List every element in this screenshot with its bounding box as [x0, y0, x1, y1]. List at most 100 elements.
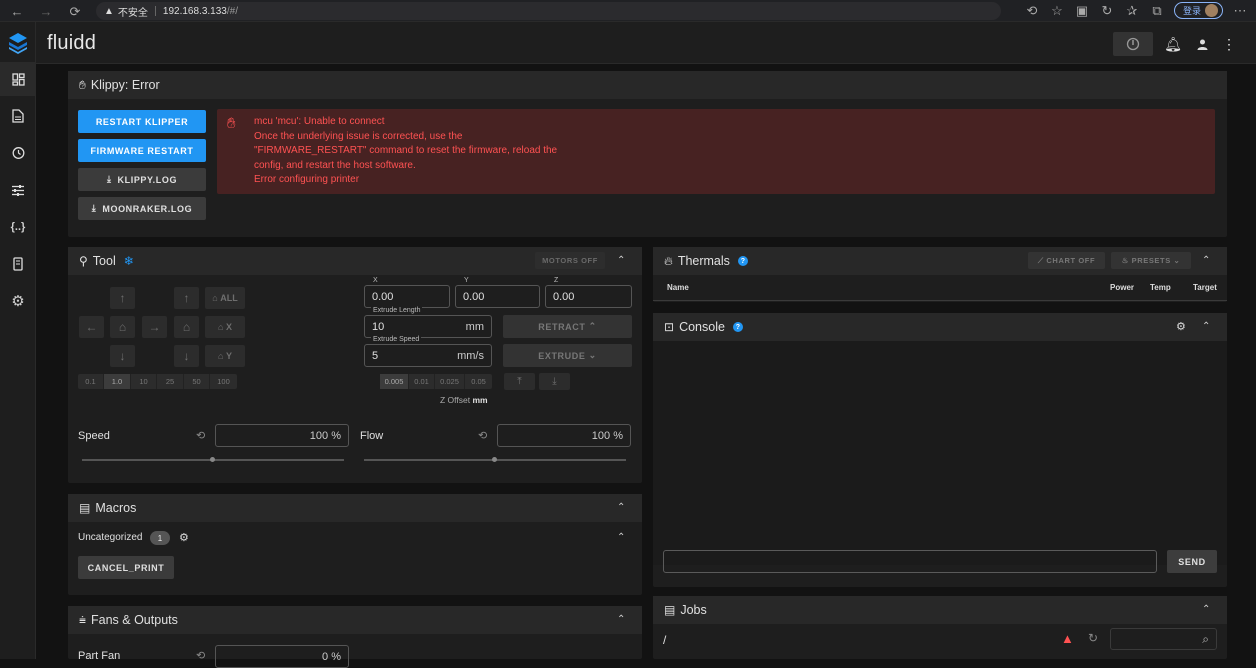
refresh-icon[interactable]: ↻	[1088, 631, 1098, 645]
system-icon[interactable]	[0, 247, 36, 281]
user-icon[interactable]	[1193, 32, 1211, 56]
forward-icon[interactable]: →	[38, 3, 54, 19]
jog-z-plus[interactable]: ↑	[174, 287, 199, 309]
reset-flow-icon[interactable]: ⟲	[478, 429, 487, 442]
jog-x-plus[interactable]: →	[142, 316, 167, 338]
home-z-button[interactable]: ⌂	[174, 316, 199, 338]
collapse-icon[interactable]: ⌃	[617, 255, 625, 266]
power-button[interactable]	[1113, 32, 1153, 56]
favorite-icon[interactable]: ☆	[1049, 3, 1065, 19]
z-step-option[interactable]: 0.05	[465, 374, 492, 389]
speed-slider-thumb[interactable]	[210, 457, 215, 462]
klippy-log-button[interactable]: ⤓ KLIPPY.LOG	[78, 168, 206, 191]
app-title: fluidd	[47, 32, 97, 54]
jog-y-minus[interactable]: ↓	[110, 345, 135, 367]
error-line: Error configuring printer	[254, 174, 360, 186]
warning-icon[interactable]: ▲	[1061, 631, 1074, 646]
divider	[653, 300, 1227, 301]
collections-icon[interactable]: ⧉	[1149, 3, 1165, 19]
dashboard-icon[interactable]	[0, 62, 36, 96]
group-collapse-icon[interactable]: ⌃	[617, 532, 625, 543]
z-position-field[interactable]: Z 0.00	[545, 277, 632, 308]
collapse-icon[interactable]: ⌃	[1202, 321, 1210, 332]
extension-icon[interactable]: ▣	[1074, 3, 1090, 19]
step-option[interactable]: 25	[157, 374, 184, 389]
refresh-icon[interactable]: ↻	[1099, 3, 1115, 19]
step-option[interactable]: 10	[131, 374, 157, 389]
files-icon[interactable]	[0, 99, 36, 133]
flow-input[interactable]: 100 %	[497, 424, 631, 447]
x-position-field[interactable]: X 0.00	[364, 277, 450, 308]
collapse-icon[interactable]: ⌃	[1202, 255, 1210, 266]
read-aloud-icon[interactable]: ⟲	[1024, 3, 1040, 19]
moonraker-log-button[interactable]: ⤓ MOONRAKER.LOG	[78, 197, 206, 220]
retract-label: RETRACT	[538, 321, 586, 332]
speed-input[interactable]: 100 %	[215, 424, 349, 447]
extrude-length-field[interactable]: Extrude Length 10 mm	[364, 307, 492, 338]
reset-speed-icon[interactable]: ⟲	[196, 429, 205, 442]
console-icon: ⊡	[664, 320, 675, 334]
home-all-button[interactable]: ⌂ ALL	[205, 287, 245, 309]
gear-icon[interactable]: ⚙	[179, 531, 189, 544]
notifications-icon[interactable]: 🔔︎	[1164, 32, 1182, 56]
gear-icon[interactable]: ⚙	[1176, 320, 1186, 333]
address-bar[interactable]: ▲ 不安全 192.168.3.133/#/	[96, 2, 1001, 20]
more-icon[interactable]: ⋯	[1232, 3, 1248, 19]
search-icon: ⌕	[1202, 632, 1209, 646]
home-xy-button[interactable]: ⌂	[110, 316, 135, 338]
step-option[interactable]: 0.1	[78, 374, 104, 389]
login-button[interactable]: 登录	[1173, 2, 1223, 19]
jog-y-plus[interactable]: ↑	[110, 287, 135, 309]
collapse-icon[interactable]: ⌃	[1202, 604, 1210, 615]
nozzle-icon: ⚲	[79, 254, 88, 268]
firmware-restart-button[interactable]: FIRMWARE RESTART	[78, 139, 206, 162]
console-output[interactable]	[653, 341, 1227, 565]
z-offset-up-button[interactable]: ⤒	[504, 373, 535, 390]
settings-icon[interactable]: ⚙	[0, 284, 36, 318]
step-option[interactable]: 1.0	[104, 374, 131, 389]
z-step-option[interactable]: 0.005	[380, 374, 409, 389]
home-x-button[interactable]: ⌂ X	[205, 316, 245, 338]
history-icon[interactable]	[0, 136, 36, 170]
step-option[interactable]: 50	[184, 374, 210, 389]
back-icon[interactable]: ←	[9, 3, 25, 19]
jog-x-minus[interactable]: ←	[79, 316, 104, 338]
z-offset-caption: Z Offset mm	[440, 395, 488, 405]
restart-klipper-button[interactable]: RESTART KLIPPER	[78, 110, 206, 133]
z-step-option[interactable]: 0.01	[409, 374, 435, 389]
logo-icon[interactable]	[0, 26, 36, 60]
jobs-search-input[interactable]: ⌕	[1110, 628, 1217, 650]
home-y-button[interactable]: ⌂ Y	[205, 345, 245, 367]
extrude-speed-field[interactable]: Extrude Speed 5 mm/s	[364, 336, 492, 367]
macro-button[interactable]: CANCEL_PRINT	[78, 556, 174, 579]
config-icon[interactable]: {..}	[0, 210, 36, 244]
flow-slider-thumb[interactable]	[492, 457, 497, 462]
extrude-button[interactable]: EXTRUDE ⌄	[503, 344, 632, 367]
chart-icon: ⟋	[1037, 255, 1044, 265]
macro-group-label: Uncategorized	[78, 532, 143, 543]
collapse-icon[interactable]: ⌃	[617, 614, 625, 625]
help-icon[interactable]: ?	[732, 322, 743, 332]
tune-icon[interactable]	[0, 173, 36, 207]
home-all-label: ALL	[220, 293, 238, 303]
y-position-field[interactable]: Y 0.00	[455, 277, 540, 308]
menu-icon[interactable]: ⋮	[1222, 32, 1236, 56]
collapse-icon[interactable]: ⌃	[617, 502, 625, 513]
help-icon[interactable]: ?	[737, 256, 748, 266]
jog-z-minus[interactable]: ↓	[174, 345, 199, 367]
presets-button[interactable]: ♨ PRESETS ⌄	[1111, 252, 1191, 269]
chart-off-button[interactable]: ⟋ CHART OFF	[1028, 252, 1105, 269]
step-option[interactable]: 100	[210, 374, 237, 389]
part-fan-input[interactable]: 0 %	[215, 645, 349, 668]
reload-icon[interactable]: ⟳	[67, 3, 83, 19]
z-step-selector: 0.005 0.01 0.025 0.05	[380, 374, 492, 389]
motors-off-button[interactable]: MOTORS OFF	[535, 252, 605, 269]
send-button[interactable]: SEND	[1167, 550, 1217, 573]
z-offset-down-button[interactable]: ⤓	[539, 373, 570, 390]
z-step-option[interactable]: 0.025	[435, 374, 465, 389]
error-message: mcu 'mcu': Unable to connect Once the un…	[254, 115, 557, 188]
console-input[interactable]	[663, 550, 1157, 573]
favorites-icon[interactable]: ✰	[1124, 3, 1140, 19]
reset-fan-icon[interactable]: ⟲	[196, 649, 205, 662]
retract-button[interactable]: RETRACT ⌃	[503, 315, 632, 338]
